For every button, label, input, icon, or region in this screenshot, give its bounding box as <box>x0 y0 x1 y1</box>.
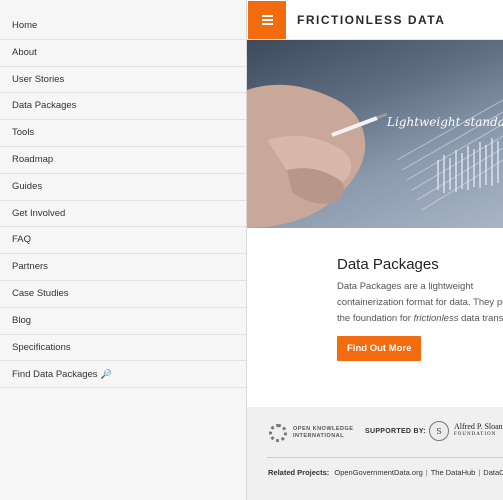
supported-by-label: SUPPORTED BY: <box>365 428 426 435</box>
hero-tagline: Lightweight standards and tooling <box>387 115 503 129</box>
sidebar-item-blog[interactable]: Blog <box>0 308 246 335</box>
sidebar-item-get-involved[interactable]: Get Involved <box>0 201 246 228</box>
magnifier-icon: 🔎 <box>100 369 112 380</box>
sidebar-item-user-stories[interactable]: User Stories <box>0 67 246 94</box>
okfn-logo[interactable]: OPEN KNOWLEDGE INTERNATIONAL <box>269 423 359 443</box>
okfn-gear-icon <box>269 424 287 442</box>
sidebar-item-tools[interactable]: Tools <box>0 120 246 147</box>
main-panel: FRICTIONLESS DATA Lightweight stand Data… <box>247 0 503 500</box>
hero-photo <box>247 84 503 228</box>
sidebar-item-label: Find Data Packages <box>12 369 98 381</box>
sidebar-item-home[interactable]: Home <box>0 13 246 40</box>
sidebar-item-guides[interactable]: Guides <box>0 174 246 201</box>
sidebar: Home About User Stories Data Packages To… <box>0 0 247 500</box>
feature-section: Data Packages Data Packages are a lightw… <box>337 256 503 361</box>
sloan-seal-icon[interactable]: S <box>429 421 449 441</box>
sidebar-item-data-packages[interactable]: Data Packages <box>0 93 246 121</box>
related-link-datahub[interactable]: The DataHub <box>431 468 476 477</box>
find-out-more-button[interactable]: Find Out More <box>337 336 422 361</box>
sidebar-item-partners[interactable]: Partners <box>0 254 246 281</box>
brand-title[interactable]: FRICTIONLESS DATA <box>297 0 445 40</box>
sidebar-item-case-studies[interactable]: Case Studies <box>0 281 246 308</box>
top-bar: FRICTIONLESS DATA <box>247 0 503 40</box>
related-projects-label: Related Projects: <box>268 468 330 477</box>
hero-banner: Lightweight standards and tooling <box>247 40 503 228</box>
hamburger-icon[interactable] <box>248 1 286 39</box>
sidebar-item-faq[interactable]: FAQ <box>0 227 246 255</box>
sloan-logo-text[interactable]: Alfred P. Sloan FOUNDATION <box>454 423 503 439</box>
feature-description: Data Packages are a lightweight containe… <box>337 281 503 324</box>
related-projects: Related Projects: OpenGovernmentData.org… <box>268 468 503 477</box>
footer: OPEN KNOWLEDGE INTERNATIONAL SUPPORTED B… <box>247 407 503 500</box>
sidebar-item-specifications[interactable]: Specifications <box>0 335 246 362</box>
sidebar-item-about[interactable]: About <box>0 40 246 67</box>
sidebar-nav: Home About User Stories Data Packages To… <box>0 0 246 389</box>
sidebar-item-find-data-packages[interactable]: Find Data Packages 🔎 <box>0 361 246 389</box>
footer-divider <box>267 457 503 458</box>
feature-title: Data Packages <box>337 256 439 273</box>
related-link-datac[interactable]: DataC <box>483 468 503 477</box>
sidebar-item-roadmap[interactable]: Roadmap <box>0 147 246 174</box>
related-link-opengovernmentdata[interactable]: OpenGovernmentData.org <box>334 468 422 477</box>
